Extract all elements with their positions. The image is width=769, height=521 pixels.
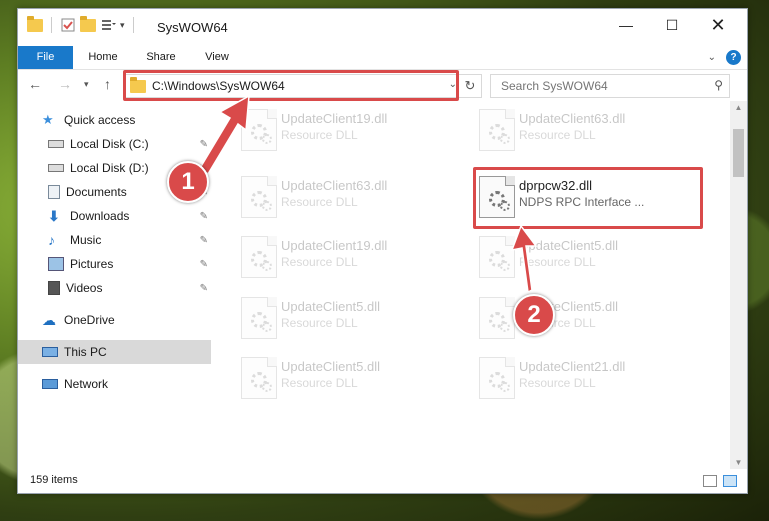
- large-icons-view-icon[interactable]: [723, 475, 737, 487]
- drive-icon: [48, 140, 64, 148]
- search-input[interactable]: [499, 78, 703, 94]
- file-item[interactable]: UpdateClient63.dll Resource DLL: [473, 103, 693, 155]
- status-bar: 159 items: [18, 469, 747, 493]
- file-item[interactable]: UpdateClient19.dll Resource DLL: [235, 230, 455, 282]
- sidebar-item-local-disk-c[interactable]: Local Disk (C:) ✎: [18, 132, 211, 156]
- title-bar: ▾ SysWOW64 ― ☐ ✕: [18, 9, 747, 46]
- pictures-icon: [48, 257, 64, 271]
- quick-access-toolbar: ▾: [27, 15, 138, 33]
- dll-file-icon: [241, 109, 277, 151]
- documents-icon: [48, 185, 60, 199]
- item-count: 159 items: [30, 474, 78, 486]
- dll-file-icon: [241, 236, 277, 278]
- dll-file-icon: [479, 357, 515, 399]
- tab-view[interactable]: View: [194, 46, 240, 69]
- maximize-button[interactable]: ☐: [649, 9, 695, 41]
- step-2-badge: 2: [513, 294, 555, 336]
- cloud-icon: ☁: [42, 312, 56, 328]
- details-view-icon[interactable]: [703, 475, 717, 487]
- dll-file-icon: [479, 297, 515, 339]
- dll-file-icon: [241, 357, 277, 399]
- dll-file-icon: [241, 176, 277, 218]
- pin-icon[interactable]: ✎: [200, 259, 208, 270]
- dll-file-icon: [479, 109, 515, 151]
- network-icon: [42, 379, 58, 389]
- file-item[interactable]: UpdateClient63.dll Resource DLL: [235, 170, 455, 222]
- search-box[interactable]: ⚲: [490, 74, 730, 98]
- qat-dropdown-icon[interactable]: ▾: [120, 20, 125, 31]
- tab-home[interactable]: Home: [80, 46, 126, 69]
- refresh-icon[interactable]: ↻: [458, 75, 481, 97]
- file-item[interactable]: UpdateClient21.dll Resource DLL: [473, 351, 693, 403]
- download-arrow-icon: ⬇: [48, 208, 60, 224]
- vertical-scrollbar[interactable]: ▲ ▼: [730, 101, 747, 469]
- file-item[interactable]: UpdateClient5.dll Resource DLL: [235, 351, 455, 403]
- pin-icon[interactable]: ✎: [200, 139, 208, 150]
- forward-button[interactable]: →: [58, 76, 72, 92]
- scroll-up-icon[interactable]: ▲: [730, 103, 747, 112]
- file-item[interactable]: UpdateClient5.dll Resource DLL: [235, 291, 455, 343]
- pin-icon[interactable]: ✎: [200, 283, 208, 294]
- back-button[interactable]: ←: [28, 76, 42, 92]
- pin-icon[interactable]: ✎: [200, 211, 208, 222]
- sidebar-item-music[interactable]: ♪ Music ✎: [18, 228, 211, 252]
- window-title: SysWOW64: [157, 20, 228, 35]
- file-list: UpdateClient19.dll Resource DLL UpdateCl…: [211, 101, 729, 469]
- dll-file-icon: [479, 236, 515, 278]
- address-highlight-box: [123, 70, 459, 101]
- properties-icon[interactable]: [60, 17, 76, 33]
- up-button[interactable]: ↑: [104, 76, 111, 92]
- sidebar-item-pictures[interactable]: Pictures ✎: [18, 252, 211, 276]
- sidebar-item-quick-access[interactable]: ★ Quick access: [18, 108, 211, 132]
- file-item[interactable]: UpdateClient5.dll Resource DLL: [473, 291, 693, 343]
- help-icon[interactable]: ?: [726, 50, 741, 65]
- recent-locations-icon[interactable]: ▾: [84, 79, 89, 90]
- file-item[interactable]: UpdateClient5.dll Resource DLL: [473, 230, 693, 282]
- search-icon[interactable]: ⚲: [714, 78, 723, 92]
- music-note-icon: ♪: [48, 232, 55, 248]
- ribbon-tabs: File Home Share View ⌄ ?: [18, 46, 747, 70]
- sidebar-item-this-pc[interactable]: This PC: [18, 340, 211, 364]
- computer-icon: [42, 347, 58, 357]
- tab-file[interactable]: File: [18, 46, 73, 69]
- videos-icon: [48, 281, 60, 295]
- minimize-button[interactable]: ―: [603, 9, 649, 41]
- close-button[interactable]: ✕: [695, 9, 741, 41]
- sidebar-item-videos[interactable]: Videos ✎: [18, 276, 211, 300]
- new-folder-icon[interactable]: [80, 15, 96, 32]
- dll-file-icon: [241, 297, 277, 339]
- scroll-down-icon[interactable]: ▼: [730, 458, 747, 467]
- sidebar-item-network[interactable]: Network: [18, 372, 211, 396]
- drive-icon: [48, 164, 64, 172]
- file-highlight-box: [473, 167, 703, 229]
- customize-toolbar-icon[interactable]: [100, 17, 116, 33]
- toolbar-divider: [51, 17, 52, 33]
- folder-icon[interactable]: [27, 15, 43, 32]
- sidebar-item-onedrive[interactable]: ☁ OneDrive: [18, 308, 211, 332]
- expand-ribbon-icon[interactable]: ⌄: [708, 52, 716, 63]
- tab-share[interactable]: Share: [138, 46, 184, 69]
- sidebar-item-downloads[interactable]: ⬇ Downloads ✎: [18, 204, 211, 228]
- pin-icon[interactable]: ✎: [200, 235, 208, 246]
- step-1-badge: 1: [167, 161, 209, 203]
- file-item[interactable]: UpdateClient19.dll Resource DLL: [235, 103, 455, 155]
- title-divider: [132, 17, 134, 33]
- scroll-thumb[interactable]: [733, 129, 744, 177]
- star-icon: ★: [42, 112, 54, 127]
